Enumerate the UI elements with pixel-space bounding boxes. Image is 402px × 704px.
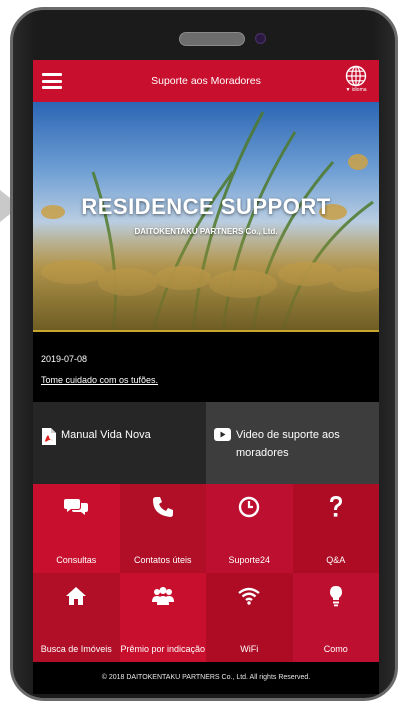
lightbulb-icon [329, 586, 342, 607]
home-icon [66, 587, 87, 605]
hero-banner: RESIDENCE SUPPORT DAITOKENTAKU PARTNERS … [33, 102, 379, 332]
tile-label: Suporte24 [228, 555, 271, 565]
hamburger-icon-bar [42, 79, 62, 83]
question-icon [329, 496, 342, 517]
pdf-icon [42, 428, 56, 445]
youtube-icon [214, 428, 231, 441]
tile-premio-indicacao[interactable]: Prêmio por indicação [119, 573, 206, 662]
news-link[interactable]: Tome cuidado com os tufões. [41, 375, 158, 385]
phone-frame: Suporte aos Moradores ▼ idioma RESIDENCE… [10, 7, 398, 701]
app-header: Suporte aos Moradores ▼ idioma [33, 60, 379, 102]
app-screen: Suporte aos Moradores ▼ idioma RESIDENCE… [33, 60, 379, 694]
news-section: 2019-07-08 Tome cuidado com os tufões. [33, 332, 379, 402]
hero-subtitle: DAITOKENTAKU PARTNERS Co., Ltd. [134, 227, 278, 236]
tile-busca-imoveis[interactable]: Busca de Imóveis [33, 573, 120, 662]
hamburger-icon-bar [42, 86, 62, 89]
menu-grid: Consultas Contatos úteis Suporte24 Q&A B… [33, 484, 379, 662]
tile-qa[interactable]: Q&A [292, 484, 379, 573]
tile-consultas[interactable]: Consultas [33, 484, 120, 573]
people-icon [151, 587, 174, 605]
tile-como[interactable]: Como [292, 573, 379, 662]
menu-button[interactable] [42, 73, 62, 89]
language-label: ▼ idioma [345, 87, 367, 93]
language-button[interactable]: ▼ idioma [339, 65, 373, 99]
phone-icon [152, 497, 173, 517]
tile-label: Consultas [56, 555, 97, 565]
support-video-link[interactable]: Video de suporte aos moradores [206, 402, 379, 484]
tile-contatos[interactable]: Contatos úteis [119, 484, 206, 573]
manual-link[interactable]: Manual Vida Nova [33, 402, 206, 484]
tile-label: WiFi [240, 644, 259, 654]
globe-icon [345, 65, 367, 87]
tile-label: Como [323, 644, 348, 654]
tile-label: Busca de Imóveis [40, 644, 112, 654]
phone-speaker [179, 32, 245, 46]
tile-wifi[interactable]: WiFi [206, 573, 293, 662]
footer-copyright: © 2018 DAITOKENTAKU PARTNERS Co., Ltd. A… [33, 662, 379, 694]
hero-title: RESIDENCE SUPPORT [81, 194, 331, 219]
clock-icon [239, 496, 260, 518]
tile-suporte24[interactable]: Suporte24 [206, 484, 293, 573]
wifi-icon [238, 587, 260, 605]
news-date: 2019-07-08 [41, 354, 88, 364]
manual-link-label: Manual Vida Nova [61, 429, 151, 441]
phone-camera [255, 33, 266, 44]
support-video-label: Video de suporte aos moradores [236, 429, 340, 459]
quick-links: Manual Vida Nova Video de suporte aos mo… [33, 402, 379, 484]
tile-label: Contatos úteis [133, 555, 192, 565]
hamburger-icon-bar [42, 73, 62, 76]
tile-label: Q&A [326, 555, 346, 565]
tile-label: Prêmio por indicação [120, 644, 206, 654]
chat-bubbles-icon [64, 499, 89, 515]
page-title: Suporte aos Moradores [151, 75, 261, 87]
